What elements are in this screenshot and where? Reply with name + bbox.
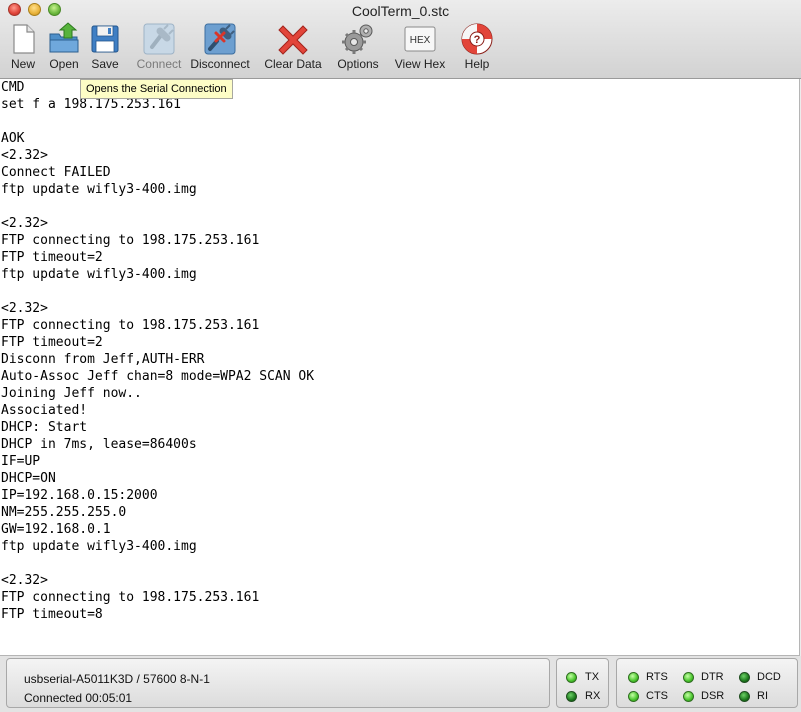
save-button[interactable]: Save: [86, 22, 124, 74]
ri-led: [739, 691, 750, 702]
window-title: CoolTerm_0.stc: [351, 3, 450, 19]
terminal-line: Auto-Assoc Jeff chan=8 mode=WPA2 SCAN OK: [1, 369, 315, 384]
terminal-line: FTP connecting to 198.175.253.161: [1, 318, 260, 333]
ri-label: RI: [757, 690, 768, 702]
connect-button[interactable]: Connect: [134, 22, 184, 74]
connect-plug-icon: [143, 23, 175, 55]
terminal-line: Joining Jeff now..: [1, 386, 142, 401]
terminal-line: GW=192.168.0.1: [1, 522, 111, 537]
cts-label: CTS: [646, 690, 668, 702]
disconnect-label: Disconnect: [190, 57, 250, 71]
disconnect-plug-icon: [204, 23, 236, 55]
hex-icon-text: HEX: [410, 35, 431, 46]
terminal-line: AOK: [1, 131, 25, 146]
dtr-led[interactable]: [683, 672, 694, 683]
line-status-panel: RTS CTS DTR DSR DCD RI: [616, 658, 798, 708]
terminal-line: IP=192.168.0.15:2000: [1, 488, 158, 503]
new-label: New: [10, 57, 35, 71]
rts-label: RTS: [646, 671, 668, 683]
options-button[interactable]: Options: [333, 22, 383, 74]
new-document-icon: [13, 24, 35, 54]
terminal-line: ftp update wifly3-400.img: [1, 539, 197, 554]
clear-data-label: Clear Data: [264, 57, 322, 71]
connect-tooltip: Opens the Serial Connection: [80, 79, 233, 99]
clear-x-icon: [278, 25, 308, 55]
terminal-line: <2.32>: [1, 573, 48, 588]
tx-label: TX: [585, 671, 600, 683]
terminal-output[interactable]: CMD set f a 198.175.253.161 AOK <2.32> Conne…: [0, 79, 800, 656]
clear-data-button[interactable]: Clear Data: [262, 22, 324, 74]
title-toolbar-area: CoolTerm_0.stc New Open Save Connect Dis…: [0, 0, 801, 79]
help-button[interactable]: ? Help: [458, 22, 496, 74]
view-hex-button[interactable]: HEX View Hex: [392, 22, 448, 74]
terminal-line: Disconn from Jeff,AUTH-ERR: [1, 352, 205, 367]
rx-label: RX: [585, 690, 601, 702]
coolterm-window: CoolTerm_0.stc New Open Save Connect Dis…: [0, 0, 801, 712]
terminal-line: ftp update wifly3-400.img: [1, 182, 197, 197]
terminal-line: FTP timeout=2: [1, 335, 103, 350]
options-label: Options: [337, 57, 379, 71]
terminal-line: <2.32>: [1, 216, 48, 231]
terminal-line: DHCP in 7ms, lease=86400s: [1, 437, 197, 452]
view-hex-label: View Hex: [394, 57, 446, 71]
terminal-line: DHCP=ON: [1, 471, 56, 486]
rx-led: [566, 691, 577, 702]
terminal-line: NM=255.255.255.0: [1, 505, 127, 520]
new-button[interactable]: New: [4, 22, 42, 74]
connect-label: Connect: [136, 57, 182, 71]
rts-led[interactable]: [628, 672, 639, 683]
connection-info-panel: usbserial-A5011K3D / 57600 8-N-1 Connect…: [6, 658, 550, 708]
terminal-line: FTP connecting to 198.175.253.161: [1, 233, 260, 248]
port-settings-text: usbserial-A5011K3D / 57600 8-N-1: [24, 672, 210, 686]
hex-icon: HEX: [404, 26, 436, 52]
terminal-line: Connect FAILED: [1, 165, 111, 180]
dcd-led: [739, 672, 750, 683]
terminal-lines: CMD set f a 198.175.253.161 AOK <2.32> Conne…: [0, 79, 799, 623]
dsr-label: DSR: [701, 690, 725, 702]
terminal-line: FTP timeout=2: [1, 250, 103, 265]
terminal-line: FTP timeout=8: [1, 607, 103, 622]
txrx-panel: TX RX: [556, 658, 609, 708]
terminal-line: FTP connecting to 198.175.253.161: [1, 590, 260, 605]
dcd-label: DCD: [757, 671, 781, 683]
tx-led: [566, 672, 577, 683]
options-gears-icon: [342, 24, 373, 54]
terminal-line: <2.32>: [1, 301, 48, 316]
save-label: Save: [91, 57, 119, 71]
open-button[interactable]: Open: [44, 22, 84, 74]
terminal-line: Associated!: [1, 403, 88, 418]
disconnect-button[interactable]: Disconnect: [188, 22, 252, 74]
terminal-line: IF=UP: [1, 454, 41, 469]
help-label: Help: [464, 57, 490, 71]
svg-text:?: ?: [474, 34, 481, 46]
terminal-line: <2.32>: [1, 148, 48, 163]
terminal-line: DHCP: Start: [1, 420, 88, 435]
dtr-label: DTR: [701, 671, 724, 683]
dsr-led: [683, 691, 694, 702]
lifebuoy-help-icon: ?: [461, 23, 493, 55]
open-folder-icon: [49, 22, 79, 53]
terminal-line: ftp update wifly3-400.img: [1, 267, 197, 282]
save-disk-icon: [91, 25, 119, 53]
connection-time-text: Connected 00:05:01: [24, 691, 133, 705]
status-bar: usbserial-A5011K3D / 57600 8-N-1 Connect…: [0, 656, 801, 712]
cts-led: [628, 691, 639, 702]
open-label: Open: [49, 57, 79, 71]
